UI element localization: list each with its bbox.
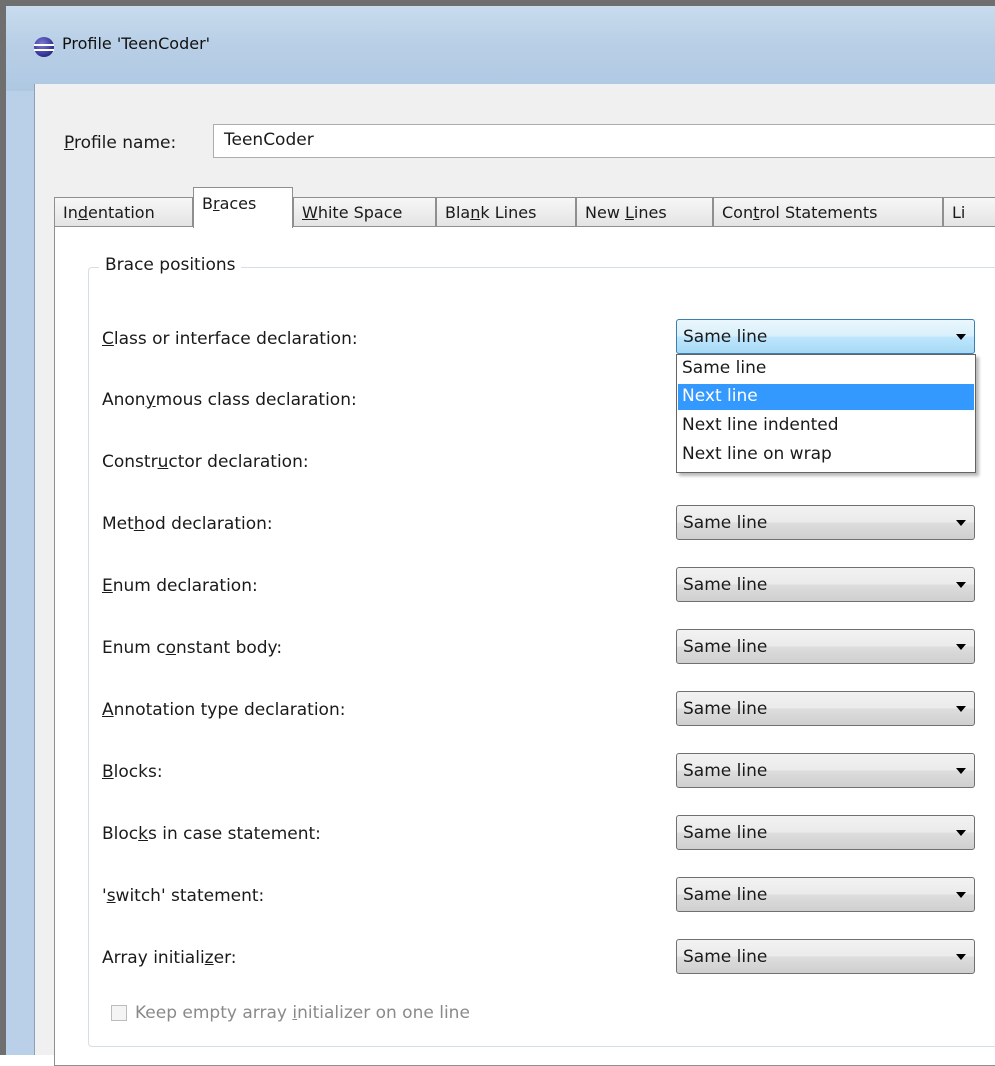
combo-value: Same line <box>683 885 768 905</box>
tab-braces[interactable]: Braces <box>193 187 293 228</box>
tab-indentation[interactable]: Indentation <box>54 197 193 227</box>
combo-value: Same line <box>683 575 768 595</box>
dropdown-option-same-line[interactable]: Same line <box>678 356 974 382</box>
keep-empty-array-label: Keep empty array initializer on one line <box>135 1003 470 1023</box>
profile-name-input[interactable]: TeenCoder <box>213 124 995 158</box>
chevron-down-icon <box>956 892 966 898</box>
annotation-combo[interactable]: Same line <box>676 691 975 726</box>
chevron-down-icon <box>956 520 966 526</box>
array-init-label: Array initializer: <box>102 948 237 968</box>
class-decl-combo[interactable]: Same line <box>676 319 975 354</box>
enum-const-label: Enum constant body: <box>102 638 283 658</box>
eclipse-icon <box>34 37 54 57</box>
combo-value: Same line <box>683 637 768 657</box>
chevron-down-icon <box>956 954 966 960</box>
enum-const-combo[interactable]: Same line <box>676 629 975 664</box>
group-legend: Brace positions <box>99 255 242 275</box>
method-combo[interactable]: Same line <box>676 505 975 540</box>
array-init-combo[interactable]: Same line <box>676 939 975 974</box>
chevron-down-icon <box>956 830 966 836</box>
tab-bar: Indentation Braces White Space Blank Lin… <box>54 187 995 228</box>
annotation-label: Annotation type declaration: <box>102 700 346 720</box>
braces-tab-panel: Brace positions Class or interface decla… <box>54 226 995 1066</box>
combo-value: Same line <box>683 699 768 719</box>
tab-white-space[interactable]: White Space <box>293 197 436 227</box>
chevron-down-icon <box>956 706 966 712</box>
method-label: Method declaration: <box>102 514 273 534</box>
combo-value: Same line <box>683 761 768 781</box>
switch-label: 'switch' statement: <box>102 886 265 906</box>
dropdown-option-next-line-indented[interactable]: Next line indented <box>678 413 974 439</box>
chevron-down-icon <box>956 644 966 650</box>
dropdown-option-next-line[interactable]: Next line <box>678 384 974 410</box>
blocks-case-combo[interactable]: Same line <box>676 815 975 850</box>
chevron-down-icon <box>956 768 966 774</box>
chevron-down-icon <box>956 334 966 340</box>
enum-decl-label: Enum declaration: <box>102 576 258 596</box>
blocks-label: Blocks: <box>102 762 163 782</box>
tab-line-wrapping[interactable]: Li <box>943 197 995 227</box>
combo-value: Same line <box>683 947 768 967</box>
tab-control-statements[interactable]: Control Statements <box>713 197 943 227</box>
combo-value: Same line <box>683 823 768 843</box>
blocks-case-label: Blocks in case statement: <box>102 824 321 844</box>
chevron-down-icon <box>956 582 966 588</box>
combo-value: Same line <box>683 513 768 533</box>
class-decl-label: Class or interface declaration: <box>102 329 358 349</box>
switch-combo[interactable]: Same line <box>676 877 975 912</box>
dialog-client-area: Profile name: TeenCoder Indentation Brac… <box>34 84 995 1066</box>
window-title: Profile 'TeenCoder' <box>62 34 211 53</box>
brace-position-dropdown-list[interactable]: Same line Next line Next line indented N… <box>676 354 976 473</box>
combo-value: Same line <box>683 327 768 347</box>
keep-empty-array-checkbox[interactable] <box>111 1005 127 1021</box>
tab-new-lines[interactable]: New Lines <box>576 197 713 227</box>
profile-name-label: Profile name: <box>64 133 177 153</box>
blocks-combo[interactable]: Same line <box>676 753 975 788</box>
anon-class-label: Anonymous class declaration: <box>102 390 357 410</box>
tab-blank-lines[interactable]: Blank Lines <box>436 197 576 227</box>
constructor-label: Constructor declaration: <box>102 452 309 472</box>
dropdown-option-next-line-on-wrap[interactable]: Next line on wrap <box>678 442 974 468</box>
enum-decl-combo[interactable]: Same line <box>676 567 975 602</box>
title-bar[interactable]: Profile 'TeenCoder' <box>6 6 995 91</box>
